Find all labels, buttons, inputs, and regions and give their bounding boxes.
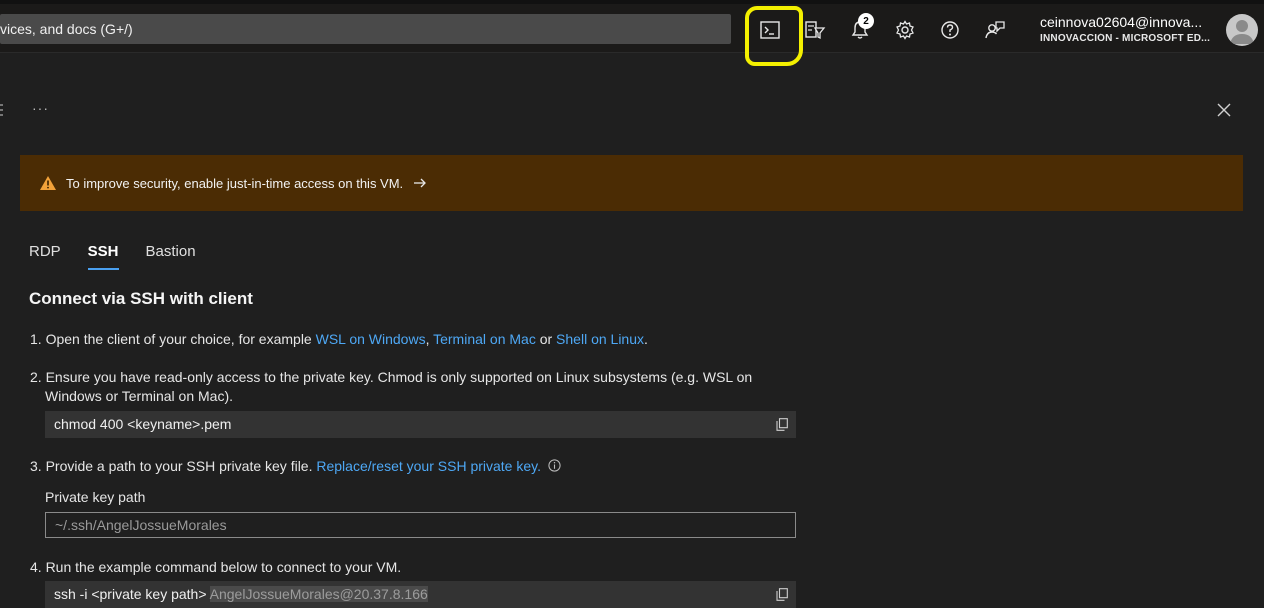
- link-terminal-on-mac[interactable]: Terminal on Mac: [433, 331, 536, 347]
- collapse-marker-icon: [0, 104, 3, 116]
- jit-warning-banner[interactable]: To improve security, enable just-in-time…: [20, 155, 1243, 211]
- ssh-command-host: AngelJossueMorales@20.37.8.166: [209, 586, 428, 602]
- step-1-end: .: [644, 331, 648, 347]
- settings-button[interactable]: [887, 12, 923, 48]
- step-1: 1. Open the client of your choice, for e…: [30, 330, 648, 349]
- warning-text: To improve security, enable just-in-time…: [66, 175, 404, 191]
- link-shell-on-linux[interactable]: Shell on Linux: [556, 331, 644, 347]
- avatar[interactable]: [1226, 14, 1258, 46]
- gear-icon: [896, 20, 914, 40]
- copy-icon[interactable]: [776, 418, 788, 431]
- info-icon[interactable]: [548, 459, 561, 472]
- ssh-command-box: ssh -i <private key path> AngelJossueMor…: [45, 581, 796, 608]
- account-name: ceinnova02604@innova...: [1040, 14, 1203, 30]
- step-1-text: 1. Open the client of your choice, for e…: [30, 331, 316, 347]
- account-org: INNOVACCIÓN - MICROSOFT ED...: [1040, 33, 1211, 44]
- step-4: 4. Run the example command below to conn…: [30, 559, 402, 575]
- copy-icon[interactable]: [776, 588, 788, 601]
- help-button[interactable]: [932, 12, 968, 48]
- tab-rdp[interactable]: RDP: [29, 243, 61, 270]
- step-3: 3. Provide a path to your SSH private ke…: [30, 457, 561, 476]
- ssh-command: ssh -i <private key path>: [54, 586, 210, 602]
- chmod-command: chmod 400 <keyname>.pem: [54, 416, 232, 432]
- help-icon: [941, 21, 959, 39]
- step-1-sep-2: or: [535, 331, 557, 347]
- top-bar: vices, and docs (G+/) 2 ceinnova02604@in…: [0, 4, 1264, 53]
- step-2-line-1: 2. Ensure you have read-only access to t…: [30, 369, 753, 385]
- connect-tabs: RDP SSH Bastion: [29, 243, 223, 270]
- avatar-person-icon: [1230, 20, 1254, 44]
- section-heading: Connect via SSH with client: [29, 289, 253, 308]
- notifications-badge: 2: [858, 13, 874, 29]
- notifications-button[interactable]: 2: [842, 12, 878, 48]
- feedback-icon: [985, 21, 1005, 39]
- more-options-button[interactable]: ···: [32, 100, 49, 116]
- link-reset-ssh-key[interactable]: Replace/reset your SSH private key.: [316, 458, 541, 474]
- warning-icon: [40, 176, 56, 190]
- close-icon: [1217, 103, 1231, 117]
- account-menu[interactable]: ceinnova02604@innova... INNOVACCIÓN - MI…: [1040, 14, 1222, 44]
- chmod-command-box: chmod 400 <keyname>.pem: [45, 411, 796, 438]
- tab-ssh[interactable]: SSH: [87, 243, 119, 270]
- feedback-button[interactable]: [977, 12, 1013, 48]
- arrow-right-icon: [414, 178, 427, 188]
- search-placeholder: vices, and docs (G+/): [0, 21, 133, 37]
- directory-filter-icon: [805, 21, 826, 40]
- close-button[interactable]: [1212, 98, 1236, 122]
- annotation-highlight: [745, 6, 803, 66]
- step-1-sep-1: ,: [425, 331, 434, 347]
- private-key-label: Private key path: [45, 489, 146, 505]
- link-wsl-on-windows[interactable]: WSL on Windows: [316, 331, 426, 347]
- step-3-text: 3. Provide a path to your SSH private ke…: [30, 458, 317, 474]
- step-2-line-2: Windows or Terminal on Mac).: [45, 388, 234, 404]
- global-search-input[interactable]: vices, and docs (G+/): [0, 14, 731, 44]
- private-key-path-input[interactable]: [45, 512, 796, 538]
- tab-bastion[interactable]: Bastion: [146, 243, 196, 270]
